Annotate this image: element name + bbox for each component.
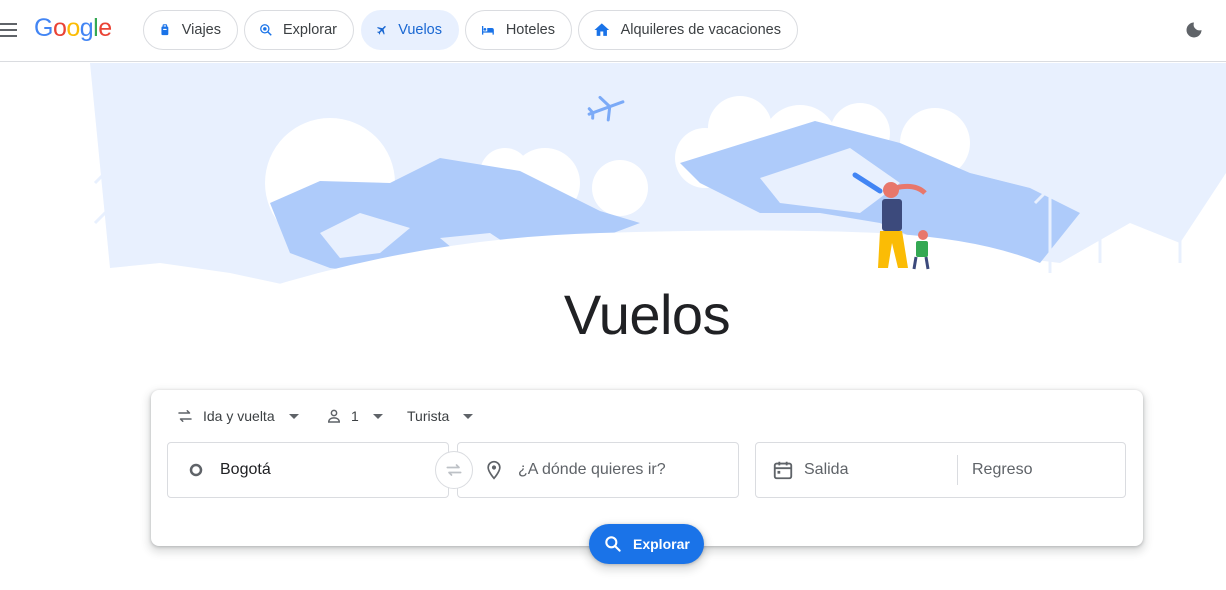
person-icon: [327, 409, 341, 423]
trip-type-select[interactable]: Ida y vuelta: [176, 406, 299, 426]
tab-alquileres[interactable]: Alquileres de vacaciones: [578, 10, 798, 50]
origin-value: Bogotá: [220, 461, 271, 478]
explore-label: Explorar: [633, 536, 690, 552]
flight-icon: [377, 26, 386, 35]
location-pin-icon: [487, 460, 501, 480]
tab-viajes[interactable]: Viajes: [143, 10, 238, 50]
trip-type-value: Ida y vuelta: [203, 408, 275, 424]
destination-placeholder: ¿A dónde quieres ir?: [518, 461, 666, 478]
main-menu-button[interactable]: [0, 20, 18, 40]
tab-vuelos[interactable]: Vuelos: [361, 10, 459, 50]
cabin-class-select[interactable]: Turista: [407, 406, 474, 426]
dates-field[interactable]: Salida Regreso: [755, 442, 1126, 498]
moon-icon: [1186, 22, 1202, 38]
tab-hoteles[interactable]: Hoteles: [465, 10, 572, 50]
swap-arrows-icon: [178, 410, 192, 422]
chevron-down-icon: [463, 413, 474, 419]
dark-mode-toggle[interactable]: [1184, 20, 1204, 40]
tab-label: Explorar: [283, 22, 337, 38]
cabin-class-value: Turista: [407, 408, 450, 424]
google-logo[interactable]: Google: [34, 14, 112, 43]
swap-origin-destination-button[interactable]: [435, 451, 473, 489]
search-icon: [605, 536, 621, 552]
date-divider: [957, 455, 958, 485]
explore-button[interactable]: Explorar: [589, 524, 704, 564]
luggage-icon: [161, 24, 169, 36]
house-icon: [594, 23, 610, 36]
tab-explorar[interactable]: Explorar: [244, 10, 354, 50]
flights-illustration: [90, 63, 1226, 303]
swap-icon: [446, 464, 462, 476]
origin-field[interactable]: Bogotá: [167, 442, 449, 498]
tab-label: Vuelos: [398, 22, 442, 38]
tab-label: Hoteles: [505, 22, 555, 38]
hotel-icon: [481, 26, 494, 35]
flight-search-card: Ida y vuelta 1 Turista Bogotá ¿A dónde q…: [151, 390, 1143, 546]
chevron-down-icon: [372, 413, 383, 419]
top-bar: Google Viajes Explorar Vuelos Hoteles Al…: [0, 0, 1226, 62]
hero-illustration: [0, 63, 1226, 303]
origin-circle-icon: [189, 463, 203, 477]
calendar-icon: [773, 461, 793, 480]
tab-label: Alquileres de vacaciones: [620, 22, 781, 38]
chevron-down-icon: [288, 413, 299, 419]
return-date-input[interactable]: Regreso: [972, 461, 1032, 479]
passengers-select[interactable]: 1: [325, 406, 383, 426]
page-title: Vuelos: [563, 283, 731, 346]
explore-icon: [260, 24, 272, 36]
tab-label: Viajes: [181, 22, 221, 38]
destination-field[interactable]: ¿A dónde quieres ir?: [457, 442, 739, 498]
departure-date-input[interactable]: Salida: [804, 461, 848, 479]
passengers-value: 1: [351, 408, 359, 424]
